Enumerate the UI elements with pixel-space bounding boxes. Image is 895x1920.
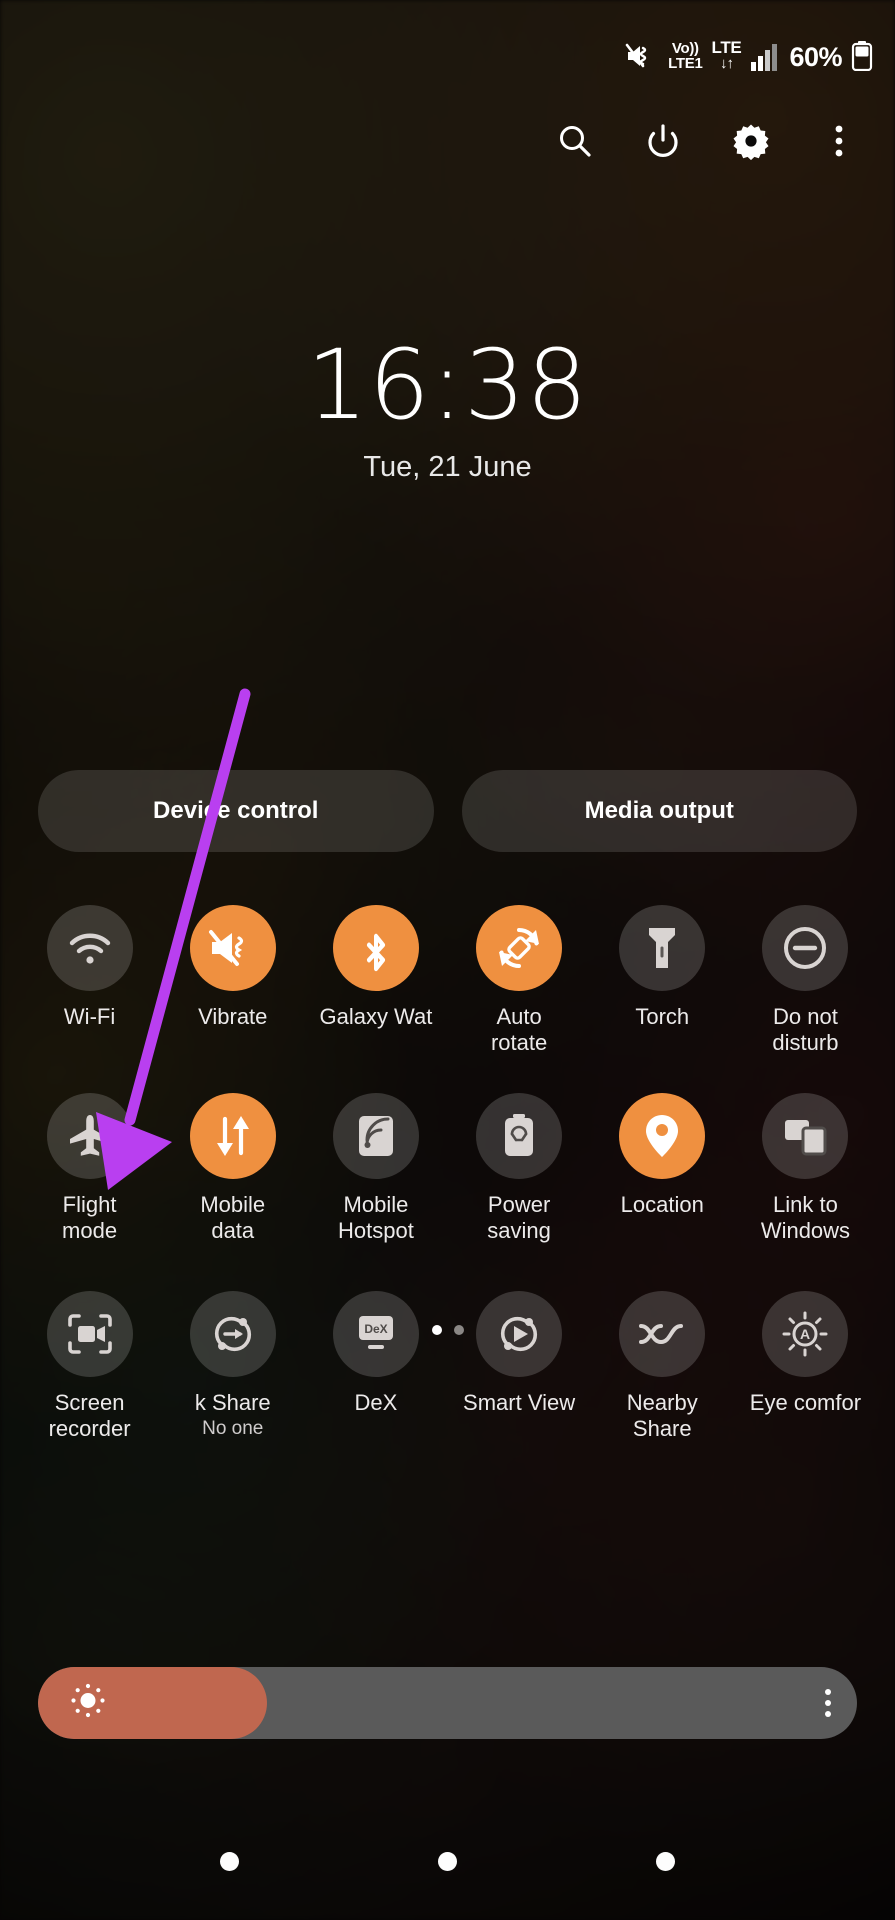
status-bar: Vo)) LTE1 LTE ↓↑ 60% <box>0 0 895 110</box>
quick-toggle-torch[interactable]: Torch <box>591 905 734 1085</box>
quick-settings-row: Screen recorder k Share No one DeX DeX S… <box>18 1291 877 1481</box>
data-arrows-label: ↓↑ <box>719 55 734 72</box>
quick-toggle-power-saving[interactable]: Power saving <box>448 1093 591 1283</box>
page-dot-1[interactable] <box>431 1325 442 1335</box>
location-pin-icon[interactable] <box>619 1093 706 1179</box>
quick-share-sublabel: No one <box>202 1418 264 1439</box>
quick-toggle-mobile-data[interactable]: Mobile data <box>161 1093 304 1283</box>
auto-rotate-icon[interactable] <box>476 905 563 991</box>
quick-toggle-label: Do not disturb <box>772 1004 839 1055</box>
quick-settings-grid: Wi-Fi Vibrate Galaxy Wat Auto rotate Tor… <box>18 905 877 1489</box>
battery-icon <box>851 41 873 71</box>
volte-icon: Vo)) LTE1 <box>668 40 703 72</box>
airplane-icon[interactable] <box>46 1093 133 1179</box>
volte-bottom-label: LTE1 <box>668 55 703 72</box>
phone-screen: Vo)) LTE1 LTE ↓↑ 60% 16:38 Tue, 21 June … <box>0 0 895 1920</box>
brightness-more-options-icon[interactable] <box>825 1689 831 1717</box>
brightness-slider[interactable] <box>38 1667 857 1739</box>
clock-date: Tue, 21 June <box>363 451 532 483</box>
gear-icon[interactable] <box>729 119 773 163</box>
bluetooth-icon[interactable] <box>332 905 419 991</box>
quick-toggle-label: DeX <box>354 1390 398 1415</box>
torch-icon[interactable] <box>619 905 706 991</box>
wifi-icon[interactable] <box>46 905 133 991</box>
quick-toggle-label: Power saving <box>487 1192 551 1243</box>
quick-settings-header <box>0 112 895 170</box>
quick-toggle-label: Mobile Hotspot <box>338 1192 414 1243</box>
do-not-disturb-icon[interactable] <box>762 905 849 991</box>
device-control-button[interactable]: Device control <box>38 770 434 852</box>
quick-toggle-label: Galaxy Wat <box>319 1004 433 1029</box>
quick-toggle-do-not-disturb[interactable]: Do not disturb <box>734 905 877 1085</box>
quick-toggle-eye-comfort[interactable]: A Eye comfor <box>734 1291 877 1481</box>
mobile-data-icon[interactable] <box>189 1093 276 1179</box>
quick-toggle-wifi[interactable]: Wi-Fi <box>18 905 161 1085</box>
media-output-button[interactable]: Media output <box>461 770 857 852</box>
device-control-label: Device control <box>153 797 319 824</box>
quick-settings-row: Wi-Fi Vibrate Galaxy Wat Auto rotate Tor… <box>18 905 877 1085</box>
volte-top-label: Vo)) <box>671 40 699 57</box>
quick-toggle-auto-rotate[interactable]: Auto rotate <box>448 905 591 1085</box>
recents-button[interactable] <box>219 1851 239 1871</box>
lte-data-icon: LTE ↓↑ <box>712 39 742 71</box>
quick-toggle-label: Auto rotate <box>490 1004 548 1055</box>
lte-label: LTE <box>711 38 742 57</box>
quick-toggle-quick-share[interactable]: k Share No one <box>161 1291 304 1481</box>
navigation-bar <box>0 1802 895 1920</box>
quick-settings-row: Flight mode Mobile data Mobile Hotspot P… <box>18 1093 877 1283</box>
battery-percent-label: 60% <box>789 42 842 72</box>
back-button[interactable] <box>656 1851 676 1871</box>
signal-bars-icon <box>750 43 780 71</box>
quick-toggle-label: Location <box>620 1192 704 1217</box>
home-button[interactable] <box>437 1851 457 1871</box>
quick-toggle-label: Flight mode <box>62 1192 118 1243</box>
quick-toggle-label: Mobile data <box>200 1192 266 1243</box>
page-indicator <box>0 1325 895 1335</box>
quick-toggle-label: Vibrate <box>198 1004 268 1029</box>
hotspot-icon[interactable] <box>332 1093 419 1179</box>
vibrate-icon[interactable] <box>189 905 276 991</box>
quick-toggle-label: Nearby Share <box>626 1390 698 1441</box>
more-options-icon[interactable] <box>817 119 861 163</box>
brightness-sun-icon <box>68 1681 108 1726</box>
quick-toggle-label: k Share <box>194 1390 271 1415</box>
quick-toggle-link-to-windows[interactable]: Link to Windows <box>734 1093 877 1283</box>
lockscreen-clock: 16:38 Tue, 21 June <box>0 335 895 484</box>
quick-toggle-label: Torch <box>635 1004 690 1029</box>
clock-time: 16:38 <box>306 329 589 441</box>
quick-toggle-label: Wi-Fi <box>63 1004 116 1029</box>
quick-toggle-location[interactable]: Location <box>591 1093 734 1283</box>
page-dot-2[interactable] <box>453 1325 464 1335</box>
quick-toggle-label: Smart View <box>463 1390 576 1415</box>
media-output-label: Media output <box>584 797 734 824</box>
link-to-windows-icon[interactable] <box>762 1093 849 1179</box>
quick-toggle-label: Link to Windows <box>760 1192 851 1243</box>
quick-toggle-screen-recorder[interactable]: Screen recorder <box>18 1291 161 1481</box>
search-icon[interactable] <box>553 119 597 163</box>
power-saving-icon[interactable] <box>476 1093 563 1179</box>
quick-toggle-galaxy-watch[interactable]: Galaxy Wat <box>304 905 447 1085</box>
vibrate-icon <box>625 41 659 71</box>
quick-toggle-dex[interactable]: DeX DeX <box>304 1291 447 1481</box>
power-icon[interactable] <box>641 119 685 163</box>
quick-toggle-label: Screen recorder <box>48 1390 131 1441</box>
quick-toggle-vibrate[interactable]: Vibrate <box>161 905 304 1085</box>
quick-toggle-mobile-hotspot[interactable]: Mobile Hotspot <box>304 1093 447 1283</box>
quick-toggle-smart-view[interactable]: Smart View <box>448 1291 591 1481</box>
quick-panel-pill-row: Device control Media output <box>38 770 857 852</box>
quick-toggle-label: Eye comfor <box>749 1390 862 1415</box>
quick-toggle-flight-mode[interactable]: Flight mode <box>18 1093 161 1283</box>
quick-toggle-nearby-share[interactable]: Nearby Share <box>591 1291 734 1481</box>
